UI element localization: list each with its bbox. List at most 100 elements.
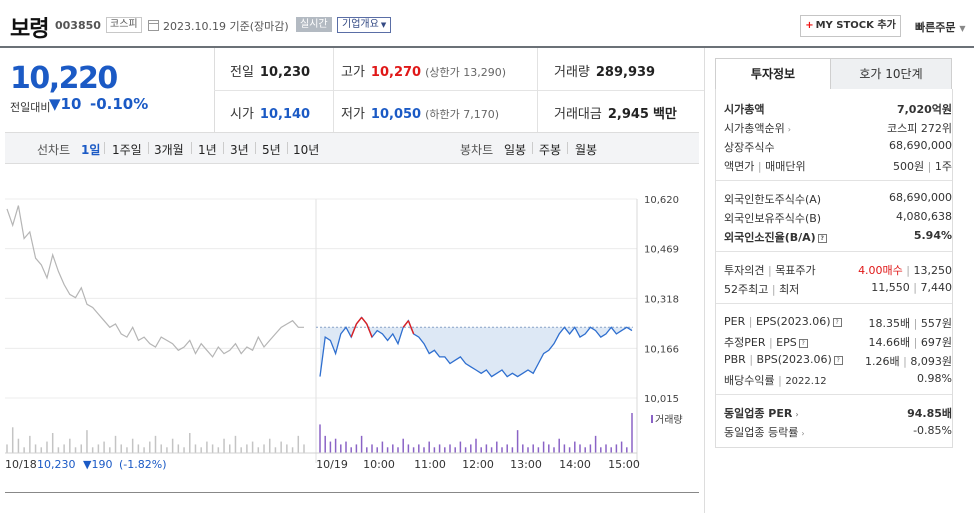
tab-1d[interactable]: 1일 — [81, 141, 100, 158]
tab-1w[interactable]: 1주일 — [112, 141, 142, 158]
est-eps-label: EPS — [776, 336, 797, 349]
prev-close: 전일 10,230 — [230, 61, 310, 80]
divider — [532, 142, 533, 154]
tab-10y[interactable]: 10년 — [293, 141, 319, 158]
dividend-label: 배당수익률 — [724, 374, 775, 387]
par-label: 액면가 — [724, 160, 755, 173]
eps-label: EPS(2023.06) — [755, 315, 831, 328]
opinion-row: 투자의견 | 목표주가 4.00매수 | 13,250 — [724, 264, 953, 277]
date-text: 2023.10.19 기준(장마감) — [163, 20, 289, 33]
my-stock-add-button[interactable]: + MY STOCK 추가 — [800, 15, 901, 37]
foreign-limit-value: 68,690,000 — [889, 191, 952, 204]
help-icon[interactable]: ? — [833, 356, 843, 365]
sector-per-value: 94.85배 — [907, 407, 952, 420]
divider — [223, 142, 224, 154]
per-label: PER — [724, 315, 746, 328]
listed-shares-row: 상장주식수 68,690,000 — [724, 137, 952, 155]
company-overview-dropdown[interactable]: 기업개요 ▼ — [337, 17, 392, 33]
foreign-ratio-row: 외국인소진율(B/A)? 5.94% — [724, 227, 952, 245]
volume: 거래량 289,939 — [554, 61, 655, 80]
divider — [716, 303, 952, 304]
foreign-hold-label: 외국인보유주식수(B) — [724, 212, 822, 225]
per-row: PER | EPS(2023.06)? 18.35배 | 557원 — [724, 315, 952, 330]
foreign-limit-label: 외국인한도주식수(A) — [724, 193, 822, 206]
est-per-label: 추정PER — [724, 336, 766, 349]
price-chart[interactable]: 10,620 10,469 10,318 10,166 10,015 거래량 10/19 10… — [0, 163, 704, 493]
above-reference-segment — [402, 320, 409, 328]
base-date: 2023.10.19 기준(장마감) — [148, 18, 289, 34]
x-tick-label: 13:00 — [510, 458, 542, 471]
bps-label: BPS(2023.06) — [756, 353, 832, 366]
company-overview-label: 기업개요 — [342, 19, 379, 30]
target-value: 13,250 — [913, 264, 953, 277]
foreign-ratio-label: 외국인소진율(B/A) — [724, 231, 816, 244]
target-label: 목표주가 — [775, 264, 816, 277]
tab-monthly[interactable]: 월봉 — [575, 141, 597, 158]
divider — [716, 180, 952, 181]
high-value: 10,270 — [370, 65, 422, 80]
amount-value: 2,945 — [607, 107, 649, 122]
week52-row: 52주최고 | 최저 11,550 | 7,440 — [724, 281, 953, 296]
sector-change-label-wrap[interactable]: 동일업종 등락률 › — [724, 424, 805, 440]
plus-icon: + — [805, 20, 814, 31]
divider — [716, 394, 952, 395]
sector-change-label: 동일업종 등락률 — [724, 426, 799, 439]
help-icon[interactable]: ? — [832, 318, 842, 327]
listed-shares-value: 68,690,000 — [889, 139, 952, 152]
tab-3y[interactable]: 3년 — [230, 141, 249, 158]
price-summary: 10,220 — [0, 48, 215, 132]
candle-chart-label: 봉차트 — [460, 143, 494, 157]
foreign-hold-row: 외국인보유주식수(B) 4,080,638 — [724, 208, 952, 226]
open-price: 시가 10,140 — [230, 103, 310, 122]
per-value: 18.35배 — [868, 317, 911, 330]
high-label: 고가 — [341, 65, 365, 80]
y-tick-label: 10,469 — [644, 245, 679, 256]
sector-change-value: -0.85% — [913, 424, 952, 437]
tab-5y[interactable]: 5년 — [262, 141, 281, 158]
realtime-button[interactable]: 실시간 — [296, 17, 332, 32]
tab-1y[interactable]: 1년 — [198, 141, 217, 158]
opinion-label: 투자의견 — [724, 264, 765, 277]
invest-info-table: 시가총액 7,020억원 시가총액순위 › 코스피 272위 상장주식수 68,690,… — [715, 89, 953, 448]
tab-3m[interactable]: 3개월 — [154, 141, 184, 158]
help-icon[interactable]: ? — [817, 234, 827, 243]
divider — [191, 142, 192, 154]
tab-invest-info[interactable]: 투자정보 — [715, 58, 831, 90]
y-tick-label: 10,166 — [644, 344, 679, 355]
prev-day-change: ▼190 — [83, 458, 112, 471]
divider — [148, 142, 149, 154]
quick-order-button[interactable]: 빠른주문 ▼ — [915, 19, 965, 35]
high-price: 고가 10,270 (상한가 13,290) — [341, 61, 506, 80]
divider — [537, 48, 538, 132]
prev-close-value: 10,230 — [259, 65, 311, 80]
est-per-value: 14.66배 — [868, 336, 911, 349]
pbr-label: PBR — [724, 353, 746, 366]
y-tick-label: 10,318 — [644, 294, 679, 305]
prev-close-label: 전일 — [230, 65, 254, 80]
price-change: ▼10 — [49, 95, 81, 113]
x-tick-label: 14:00 — [559, 458, 591, 471]
divider — [214, 90, 704, 91]
price-change-pct: -0.10% — [90, 95, 149, 113]
cap-rank-label-wrap[interactable]: 시가총액순위 › — [724, 120, 791, 136]
quick-order-label: 빠른주문 — [915, 21, 956, 34]
open-label: 시가 — [230, 107, 254, 122]
sector-per-label-wrap[interactable]: 동일업종 PER › — [724, 405, 799, 421]
divider — [716, 251, 952, 252]
market-cap-label: 시가총액 — [724, 103, 765, 116]
calendar-icon — [148, 20, 159, 31]
tab-hoga-10[interactable]: 호가 10단계 — [830, 58, 952, 90]
low52-value: 7,440 — [920, 281, 953, 294]
tab-daily[interactable]: 일봉 — [504, 141, 526, 158]
stock-code: 003850 — [55, 19, 101, 32]
open-value: 10,140 — [259, 107, 311, 122]
dividend-date: 2022.12 — [785, 376, 827, 387]
tab-weekly[interactable]: 주봉 — [539, 141, 561, 158]
divider — [5, 492, 699, 493]
market-cap-row: 시가총액 7,020억원 — [724, 99, 952, 117]
pbr-row: PBR | BPS(2023.06)? 1.26배 | 8,093원 — [724, 353, 952, 368]
help-icon[interactable]: ? — [798, 339, 808, 348]
cap-rank-value: 코스피 272위 — [887, 122, 952, 135]
invest-info-panel: 투자정보 호가 10단계 시가총액 7,020억원 시가총액순위 › 코스피 272위… — [704, 48, 974, 513]
my-stock-label: MY STOCK 추가 — [815, 20, 896, 31]
